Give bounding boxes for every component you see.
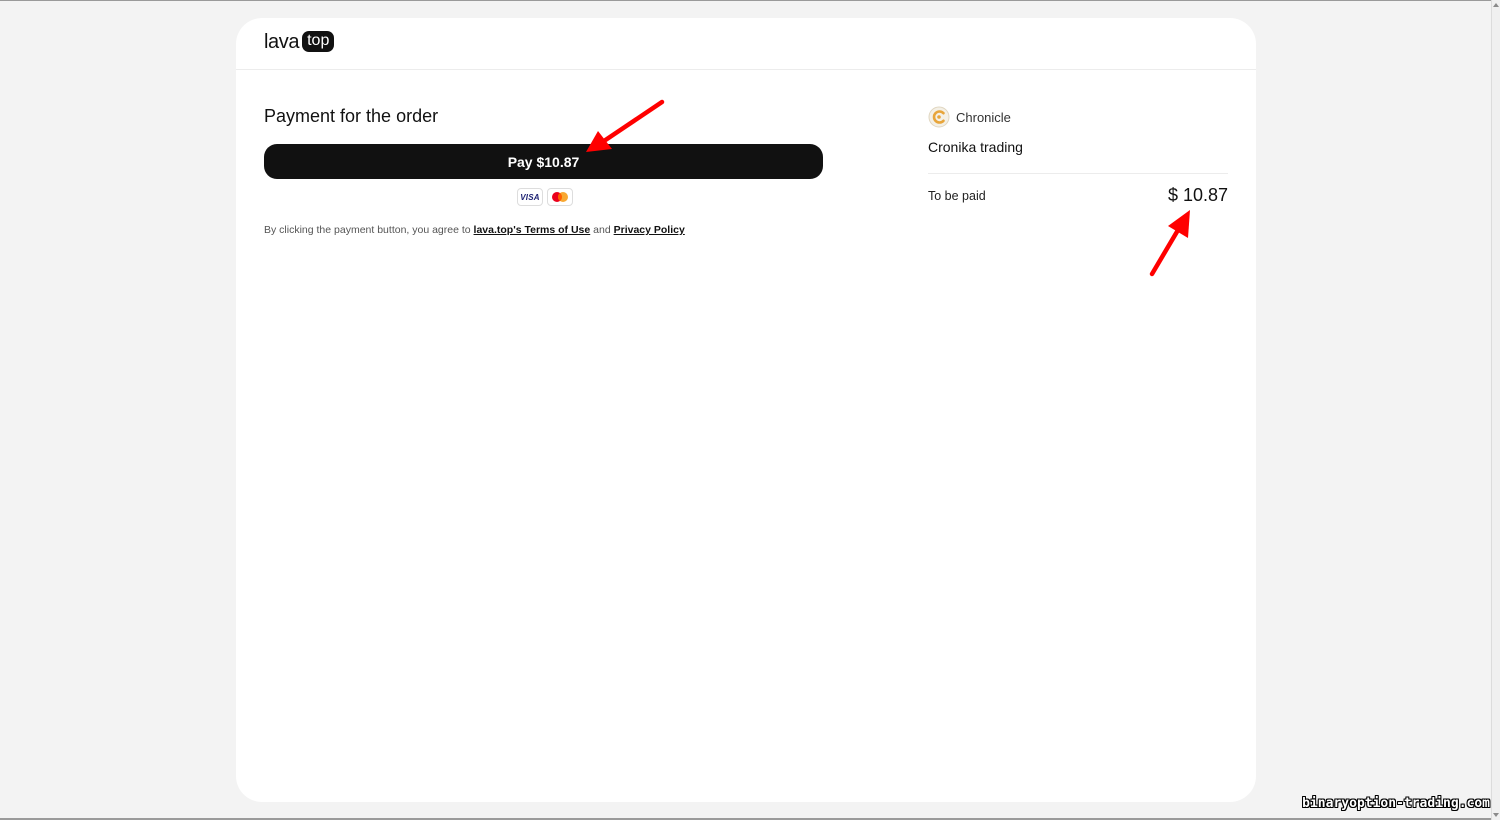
watermark: binaryoption-trading.com bbox=[1302, 796, 1490, 811]
annotation-arrows bbox=[586, 99, 1190, 277]
scroll-down-arrow-icon[interactable] bbox=[1493, 813, 1499, 817]
arrow-to-amount bbox=[1149, 210, 1190, 277]
scroll-up-arrow-icon[interactable] bbox=[1493, 3, 1499, 7]
arrow-to-pay-button bbox=[586, 99, 665, 152]
vertical-scrollbar[interactable] bbox=[1491, 0, 1500, 820]
